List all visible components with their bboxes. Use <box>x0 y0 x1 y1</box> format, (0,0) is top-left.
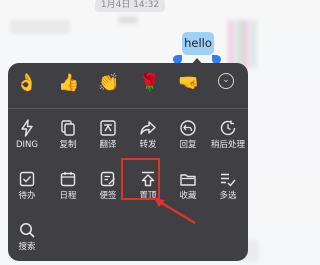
lightning-icon <box>21 119 33 137</box>
action-label: DING <box>16 140 38 150</box>
action-ding[interactable]: DING <box>5 119 49 155</box>
action-translate[interactable]: 翻译 <box>86 119 130 155</box>
thumbs-up-emoji[interactable]: 👍 <box>58 72 80 94</box>
action-search[interactable]: 搜索 <box>5 221 49 257</box>
action-copy[interactable]: 复制 <box>46 119 90 155</box>
folder-collect-icon <box>180 174 196 186</box>
action-todo[interactable]: 待办 <box>5 170 49 206</box>
action-label: 回复 <box>179 140 197 150</box>
action-label: 稍后处理 <box>210 140 245 150</box>
copy-icon <box>61 120 75 136</box>
forward-arrow-icon <box>140 121 156 135</box>
action-schedule[interactable]: 日程 <box>46 170 90 206</box>
action-handle-later[interactable]: 稍后处理 <box>206 119 250 155</box>
action-label: 日程 <box>59 191 77 201</box>
blurred-message <box>10 20 70 34</box>
message-timestamp: 1月4日 14:32 <box>95 0 165 12</box>
action-label: 翻译 <box>99 140 117 150</box>
selected-message-bubble[interactable]: hello <box>182 32 214 55</box>
action-label: 待办 <box>18 191 36 201</box>
note-edit-icon <box>100 171 115 187</box>
action-label: 多选 <box>219 191 237 201</box>
fist-bump-emoji[interactable]: 🤜 <box>178 72 200 94</box>
multi-select-icon <box>221 173 236 187</box>
action-label: 搜索 <box>18 242 36 252</box>
blurred-message <box>118 16 138 24</box>
reaction-emoji-row: 👌 👍 👏 🌹 🤜 ⌄ <box>8 63 248 109</box>
clap-emoji[interactable]: 👏 <box>98 72 120 94</box>
reply-icon <box>180 120 196 136</box>
action-label: 转发 <box>139 140 157 150</box>
annotation-arrow-icon <box>154 198 196 224</box>
annotation-highlight-box <box>121 158 160 200</box>
checkbox-icon <box>19 171 35 187</box>
avatar[interactable] <box>228 20 256 68</box>
flower-emoji[interactable]: 🌹 <box>139 72 161 94</box>
action-forward[interactable]: 转发 <box>126 119 170 155</box>
action-multi-select[interactable]: 多选 <box>206 170 250 206</box>
clock-icon <box>220 120 236 136</box>
calendar-icon <box>60 172 76 187</box>
action-reply[interactable]: 回复 <box>166 119 210 155</box>
action-label: 复制 <box>59 140 77 150</box>
ok-hand-emoji[interactable]: 👌 <box>16 72 38 94</box>
translate-icon <box>100 120 116 136</box>
search-icon <box>20 223 35 238</box>
more-emoji-chevron-icon[interactable]: ⌄ <box>218 73 234 89</box>
